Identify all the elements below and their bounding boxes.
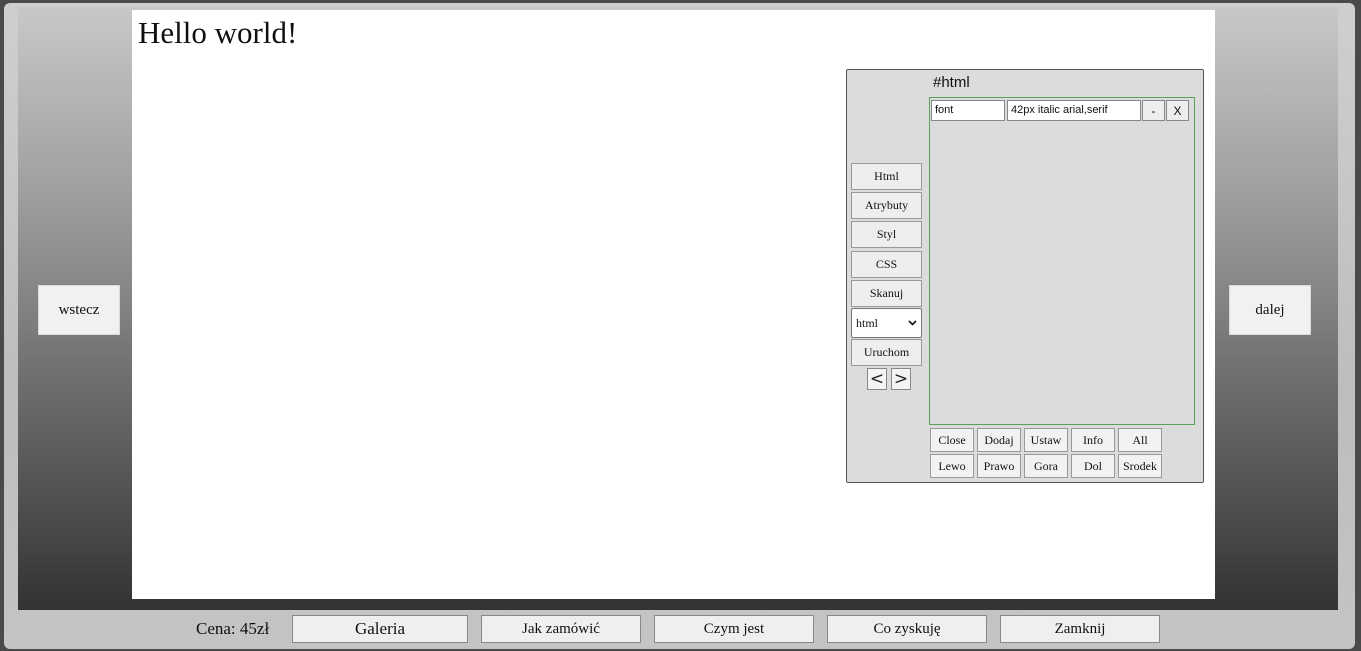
- properties-panel: font 42px italic arial,serif - X: [929, 97, 1195, 425]
- scan-button[interactable]: Skanuj: [851, 280, 922, 307]
- set-button[interactable]: Ustaw: [1024, 428, 1068, 452]
- price-label: Cena: 45zł: [196, 619, 270, 638]
- run-button[interactable]: Uruchom: [851, 339, 922, 366]
- info-button[interactable]: Info: [1071, 428, 1115, 452]
- next-element-button[interactable]: >: [891, 368, 911, 390]
- close-footer-button[interactable]: Zamknij: [1000, 615, 1160, 643]
- tag-select-value: html: [856, 315, 879, 330]
- minus-button[interactable]: -: [1142, 100, 1165, 121]
- html-button[interactable]: Html: [851, 163, 922, 190]
- how-to-order-button[interactable]: Jak zamówić: [481, 615, 641, 643]
- attributes-button[interactable]: Atrybuty: [851, 192, 922, 219]
- all-button[interactable]: All: [1118, 428, 1162, 452]
- inspector-title: #html: [933, 74, 970, 91]
- remove-property-button[interactable]: X: [1166, 100, 1189, 121]
- close-button[interactable]: Close: [930, 428, 974, 452]
- what-is-it-button[interactable]: Czym jest: [654, 615, 814, 643]
- prev-button[interactable]: wstecz: [38, 285, 120, 335]
- tag-select[interactable]: html: [851, 308, 922, 338]
- up-button[interactable]: Gora: [1024, 454, 1068, 478]
- previous-element-button[interactable]: <: [867, 368, 887, 390]
- style-button[interactable]: Styl: [851, 221, 922, 248]
- chevron-down-icon: [908, 320, 917, 326]
- down-button[interactable]: Dol: [1071, 454, 1115, 478]
- property-name-input[interactable]: font: [931, 100, 1005, 121]
- right-button[interactable]: Prawo: [977, 454, 1021, 478]
- center-button[interactable]: Srodek: [1118, 454, 1162, 478]
- property-value-input[interactable]: 42px italic arial,serif: [1007, 100, 1141, 121]
- add-button[interactable]: Dodaj: [977, 428, 1021, 452]
- inspector-panel: #html Html Atrybuty Styl CSS Skanuj html…: [846, 69, 1204, 483]
- next-button[interactable]: dalej: [1229, 285, 1311, 335]
- left-button[interactable]: Lewo: [930, 454, 974, 478]
- benefits-button[interactable]: Co zyskuję: [827, 615, 987, 643]
- css-button[interactable]: CSS: [851, 251, 922, 278]
- page-heading: Hello world!: [138, 15, 298, 50]
- gallery-button[interactable]: Galeria: [292, 615, 468, 643]
